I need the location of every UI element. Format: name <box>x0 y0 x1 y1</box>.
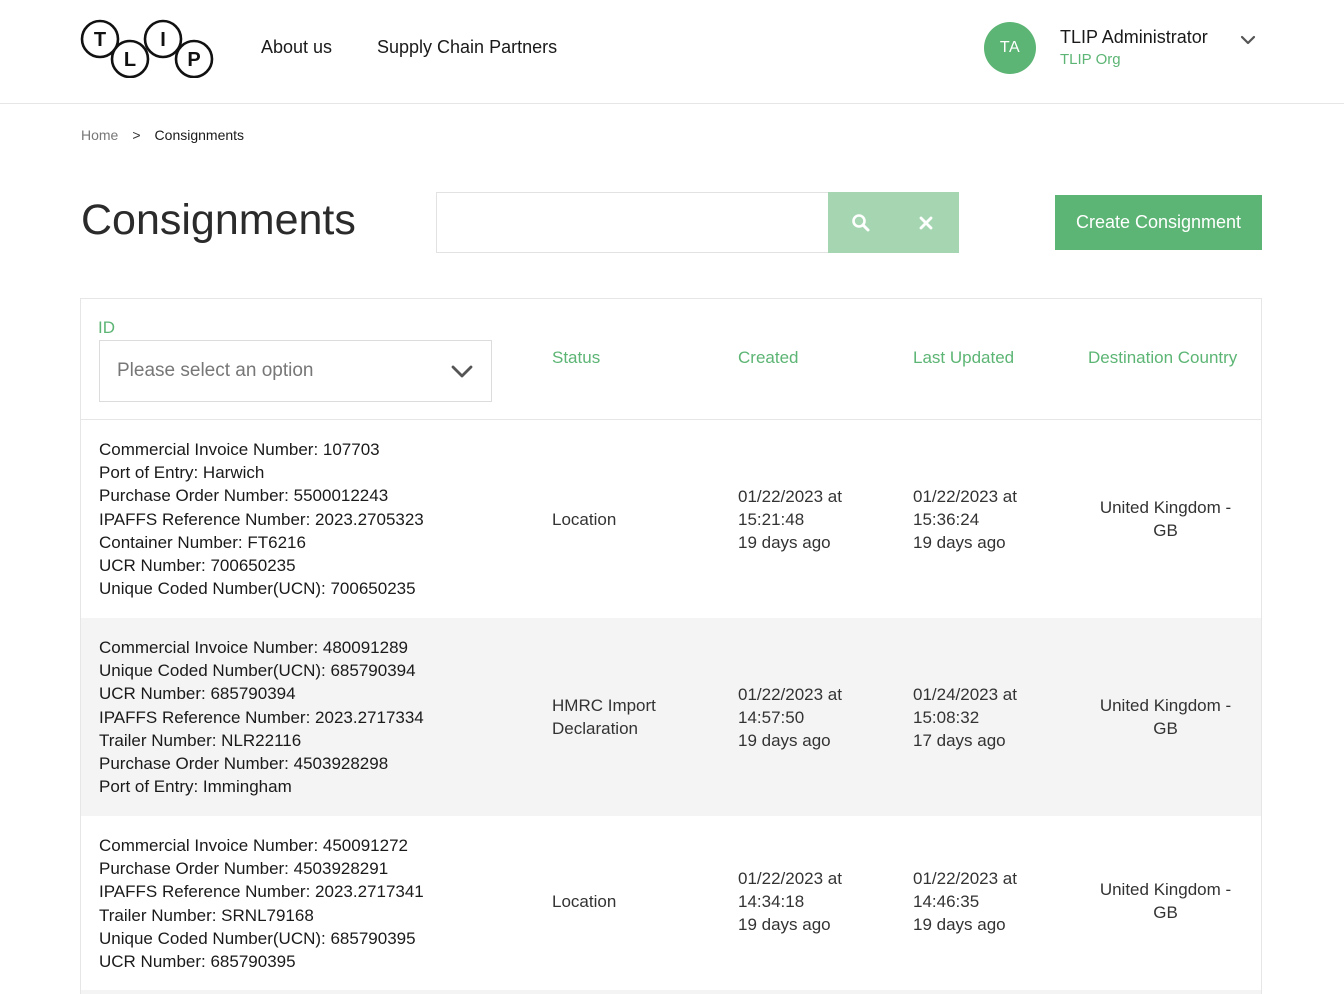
search-actions <box>828 192 959 253</box>
table-row[interactable] <box>81 990 1261 994</box>
updated-date: 01/22/2023 at <box>913 869 1017 888</box>
page-title: Consignments <box>81 196 356 244</box>
updated-relative: 19 days ago <box>913 533 1006 553</box>
table-row[interactable]: Commercial Invoice Number: 450091272 Pur… <box>81 816 1261 990</box>
detail-line: Purchase Order Number: 4503928291 <box>99 859 389 879</box>
column-header-id: ID <box>98 318 115 337</box>
detail-line: Commercial Invoice Number: 450091272 <box>99 836 408 855</box>
updated-date: 01/22/2023 at <box>913 487 1017 506</box>
logo-letter: T <box>94 29 106 51</box>
destination-country-cell: United Kingdom - GB <box>1088 878 1243 924</box>
user-avatar[interactable]: TA <box>984 22 1036 74</box>
nav-about-us[interactable]: About us <box>261 37 332 58</box>
table-row[interactable]: Commercial Invoice Number: 107703 Port o… <box>81 420 1261 618</box>
destination-country-cell: United Kingdom - GB <box>1088 694 1243 740</box>
updated-relative: 19 days ago <box>913 915 1006 935</box>
tlip-logo[interactable]: T L I P <box>80 18 216 78</box>
created-relative: 19 days ago <box>738 533 831 553</box>
updated-time: 14:46:35 <box>913 892 980 912</box>
top-header: T L I P About us Supply Chain Partners T… <box>0 0 1344 104</box>
detail-line: UCR Number: 685790394 <box>99 684 296 704</box>
detail-line: Unique Coded Number(UCN): 685790394 <box>99 661 416 681</box>
created-relative: 19 days ago <box>738 915 831 935</box>
table-header: ID Please select an option Status Create… <box>81 299 1261 420</box>
updated-date: 01/24/2023 at <box>913 685 1017 704</box>
detail-line: Trailer Number: NLR22116 <box>99 730 302 750</box>
detail-line: Purchase Order Number: 5500012243 <box>99 486 389 506</box>
breadcrumb-current: Consignments <box>154 127 245 143</box>
column-header-created[interactable]: Created <box>738 348 798 368</box>
search-input[interactable] <box>436 192 829 253</box>
updated-relative: 17 days ago <box>913 731 1006 751</box>
chevron-down-icon[interactable] <box>1238 30 1258 50</box>
breadcrumb: Home > Consignments <box>81 127 244 143</box>
consignment-details[interactable]: Commercial Invoice Number: 480091289 Uni… <box>99 636 424 798</box>
logo-letter: L <box>124 49 136 71</box>
created-time: 15:21:48 <box>738 510 805 530</box>
detail-line: UCR Number: 700650235 <box>99 556 296 576</box>
logo-letter: P <box>187 49 200 71</box>
updated-time: 15:08:32 <box>913 708 980 728</box>
created-date: 01/22/2023 at <box>738 487 842 506</box>
detail-line: Container Number: FT6216 <box>99 532 306 552</box>
search-button[interactable] <box>828 192 894 253</box>
created-cell: 01/22/2023 at 14:34:18 19 days ago <box>738 867 888 937</box>
consignments-table: ID Please select an option Status Create… <box>80 298 1262 994</box>
country-code: GB <box>1153 521 1178 541</box>
status-cell: Location <box>552 892 617 911</box>
detail-line: Port of Entry: Harwich <box>99 463 265 483</box>
table-row[interactable]: Commercial Invoice Number: 480091289 Uni… <box>81 618 1261 816</box>
column-header-status[interactable]: Status <box>552 348 600 368</box>
column-header-last-updated[interactable]: Last Updated <box>913 348 1014 368</box>
country-code: GB <box>1153 903 1178 923</box>
created-date: 01/22/2023 at <box>738 685 842 704</box>
updated-time: 15:36:24 <box>913 510 980 530</box>
country-code: GB <box>1153 719 1178 739</box>
last-updated-cell: 01/22/2023 at 15:36:24 19 days ago <box>913 485 1063 555</box>
created-time: 14:34:18 <box>738 892 805 912</box>
detail-line: Unique Coded Number(UCN): 700650235 <box>99 579 416 599</box>
close-icon <box>919 216 933 229</box>
id-select[interactable]: Please select an option <box>99 340 492 402</box>
detail-line: IPAFFS Reference Number: 2023.2705323 <box>99 509 424 529</box>
id-select-placeholder: Please select an option <box>117 360 314 381</box>
created-date: 01/22/2023 at <box>738 869 842 888</box>
detail-line: Unique Coded Number(UCN): 685790395 <box>99 928 416 948</box>
destination-country-cell: United Kingdom - GB <box>1088 496 1243 542</box>
clear-search-button[interactable] <box>894 192 960 253</box>
column-header-destination-country[interactable]: Destination Country <box>1088 348 1237 368</box>
country-name: United Kingdom - <box>1099 880 1232 899</box>
created-cell: 01/22/2023 at 14:57:50 19 days ago <box>738 683 888 753</box>
nav-supply-chain-partners[interactable]: Supply Chain Partners <box>377 37 557 58</box>
status-cell: Location <box>552 510 617 529</box>
detail-line: Commercial Invoice Number: 480091289 <box>99 638 408 657</box>
created-relative: 19 days ago <box>738 731 831 751</box>
detail-line: UCR Number: 685790395 <box>99 952 296 972</box>
country-name: United Kingdom - <box>1099 498 1232 517</box>
consignment-details[interactable]: Commercial Invoice Number: 450091272 Pur… <box>99 834 424 973</box>
detail-line: Port of Entry: Immingham <box>99 777 292 797</box>
consignment-details[interactable]: Commercial Invoice Number: 107703 Port o… <box>99 438 424 600</box>
detail-line: Commercial Invoice Number: 107703 <box>99 440 380 459</box>
breadcrumb-separator: > <box>132 127 141 143</box>
chevron-down-icon <box>451 365 473 378</box>
search-icon <box>851 213 870 231</box>
user-org: TLIP Org <box>1060 51 1121 68</box>
detail-line: IPAFFS Reference Number: 2023.2717341 <box>99 882 424 902</box>
created-cell: 01/22/2023 at 15:21:48 19 days ago <box>738 485 888 555</box>
last-updated-cell: 01/22/2023 at 14:46:35 19 days ago <box>913 867 1063 937</box>
status-cell: HMRC Import Declaration <box>552 696 656 739</box>
created-time: 14:57:50 <box>738 708 805 728</box>
user-initials: TA <box>999 39 1021 56</box>
logo-letter: I <box>160 29 166 51</box>
detail-line: Trailer Number: SRNL79168 <box>99 905 314 925</box>
create-consignment-button[interactable]: Create Consignment <box>1055 195 1262 250</box>
breadcrumb-home[interactable]: Home <box>81 127 118 143</box>
detail-line: IPAFFS Reference Number: 2023.2717334 <box>99 707 424 727</box>
country-name: United Kingdom - <box>1099 696 1232 715</box>
last-updated-cell: 01/24/2023 at 15:08:32 17 days ago <box>913 683 1063 753</box>
user-name: TLIP Administrator <box>1060 27 1208 47</box>
detail-line: Purchase Order Number: 4503928298 <box>99 754 389 774</box>
